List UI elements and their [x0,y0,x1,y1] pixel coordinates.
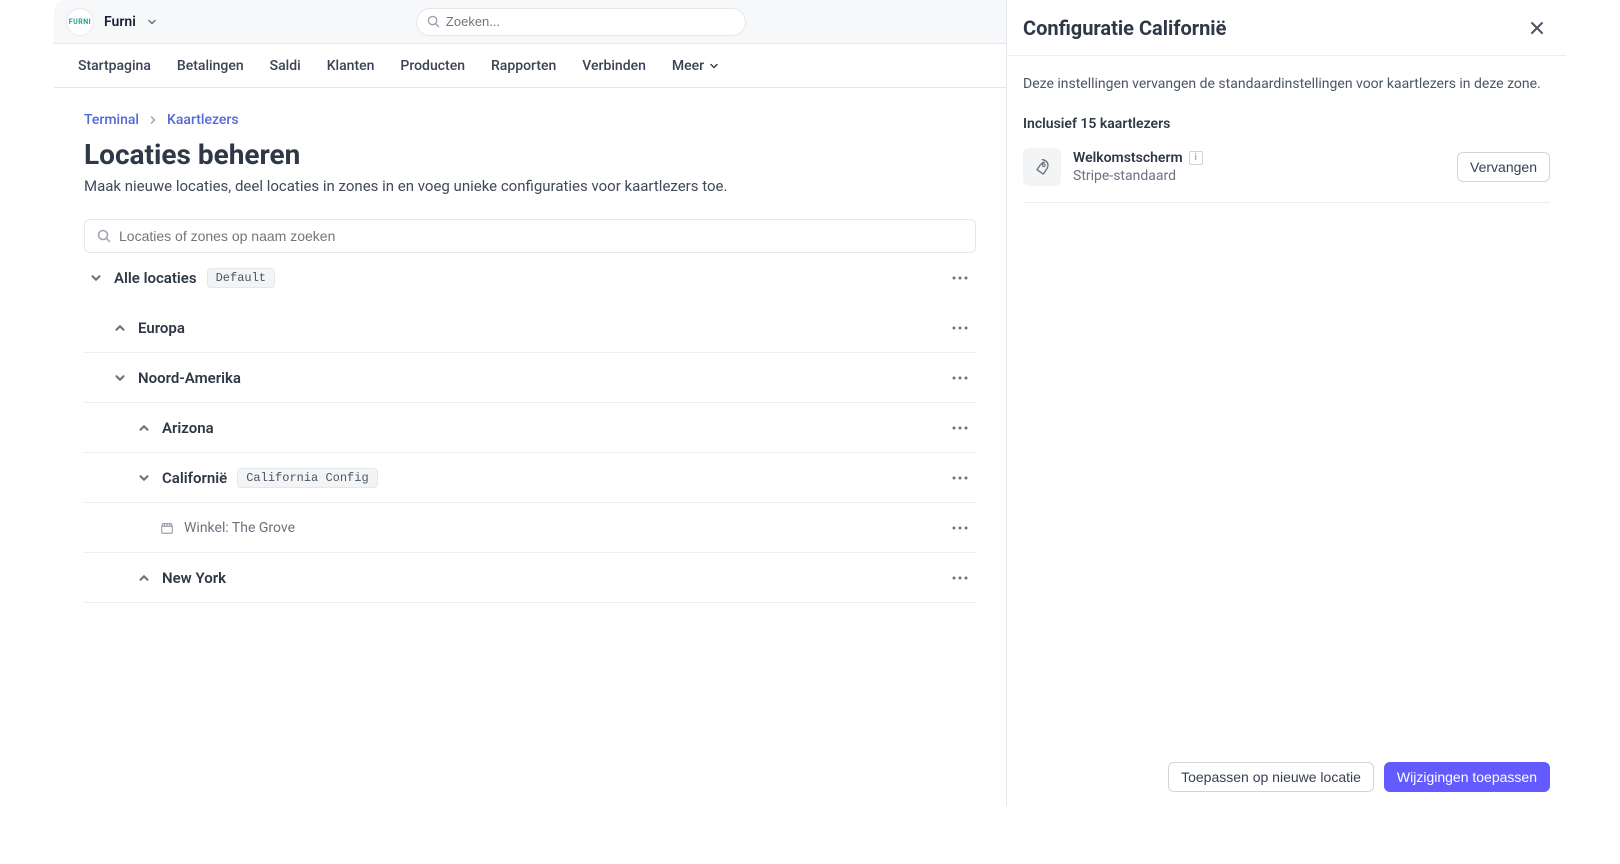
config-panel: Configuratie Californië Deze instellinge… [1006,0,1566,806]
tree-europa-label: Europa [138,319,185,337]
tree-store-grove[interactable]: Winkel: The Grove [84,503,976,553]
nav-saldi[interactable]: Saldi [270,58,301,74]
more-icon[interactable] [952,476,976,480]
location-search-input[interactable] [119,228,963,244]
global-search-input[interactable] [446,14,735,29]
california-config-badge: California Config [237,468,377,488]
config-item-welcome: Welkomstscherm i Stripe-standaard Vervan… [1023,148,1550,203]
chevron-up-icon[interactable] [136,420,152,436]
apply-new-location-button[interactable]: Toepassen op nieuwe locatie [1168,762,1374,792]
chevron-down-icon[interactable] [136,470,152,486]
nav-rapporten[interactable]: Rapporten [491,58,556,74]
tree-new-york-label: New York [162,569,226,587]
tree-europa[interactable]: Europa [84,303,976,353]
breadcrumb-terminal[interactable]: Terminal [84,112,139,128]
tree-new-york[interactable]: New York [84,553,976,603]
breadcrumb-kaartlezers[interactable]: Kaartlezers [167,112,239,128]
panel-subheading: Inclusief 15 kaartlezers [1023,116,1550,132]
rocket-icon [1023,148,1061,186]
close-button[interactable] [1524,15,1550,41]
tree-california-label: Californië [162,469,227,487]
more-icon[interactable] [952,526,976,530]
more-icon[interactable] [952,426,976,430]
tree-noord-amerika[interactable]: Noord-Amerika [84,353,976,403]
panel-description: Deze instellingen vervangen de standaard… [1023,76,1550,92]
tree-arizona[interactable]: Arizona [84,403,976,453]
nav-meer-label: Meer [672,58,704,74]
chevron-down-icon[interactable] [88,270,104,286]
top-bar: FURNI Furni [54,0,1006,44]
info-icon[interactable]: i [1189,151,1203,165]
chevron-down-icon [708,60,720,72]
nav-startpagina[interactable]: Startpagina [78,58,151,74]
tree-arizona-label: Arizona [162,419,214,437]
chevron-down-icon [146,16,158,28]
store-icon [160,521,174,535]
more-icon[interactable] [952,276,976,280]
tree-california[interactable]: Californië California Config [84,453,976,503]
panel-title: Configuratie Californië [1023,16,1226,40]
search-icon [427,15,440,28]
tree-noord-amerika-label: Noord-Amerika [138,369,241,387]
page-subtitle: Maak nieuwe locaties, deel locaties in z… [84,177,976,195]
location-search[interactable] [84,219,976,253]
breadcrumb: Terminal Kaartlezers [84,112,976,128]
tree-all-locations-label: Alle locaties [114,269,197,287]
nav-producten[interactable]: Producten [400,58,465,74]
tree-all-locations[interactable]: Alle locaties Default [84,253,976,303]
more-icon[interactable] [952,326,976,330]
brand-selector[interactable]: FURNI Furni [66,8,158,36]
config-title: Welkomstscherm [1073,150,1183,166]
more-icon[interactable] [952,376,976,380]
global-search[interactable] [416,8,746,36]
tree-store-grove-label: Winkel: The Grove [184,520,295,536]
brand-logo: FURNI [66,8,94,36]
nav-meer[interactable]: Meer [672,58,720,74]
nav-betalingen[interactable]: Betalingen [177,58,244,74]
default-badge: Default [207,268,275,288]
nav-bar: Startpagina Betalingen Saldi Klanten Pro… [54,44,1006,88]
apply-changes-button[interactable]: Wijzigingen toepassen [1384,762,1550,792]
page-title: Locaties beheren [84,138,976,171]
chevron-up-icon[interactable] [112,320,128,336]
search-icon [97,229,111,243]
config-subtitle: Stripe-standaard [1073,168,1445,184]
replace-button[interactable]: Vervangen [1457,152,1550,182]
nav-verbinden[interactable]: Verbinden [582,58,646,74]
nav-klanten[interactable]: Klanten [327,58,375,74]
more-icon[interactable] [952,576,976,580]
chevron-right-icon [147,114,159,126]
brand-name: Furni [104,14,136,30]
chevron-up-icon[interactable] [136,570,152,586]
chevron-down-icon[interactable] [112,370,128,386]
